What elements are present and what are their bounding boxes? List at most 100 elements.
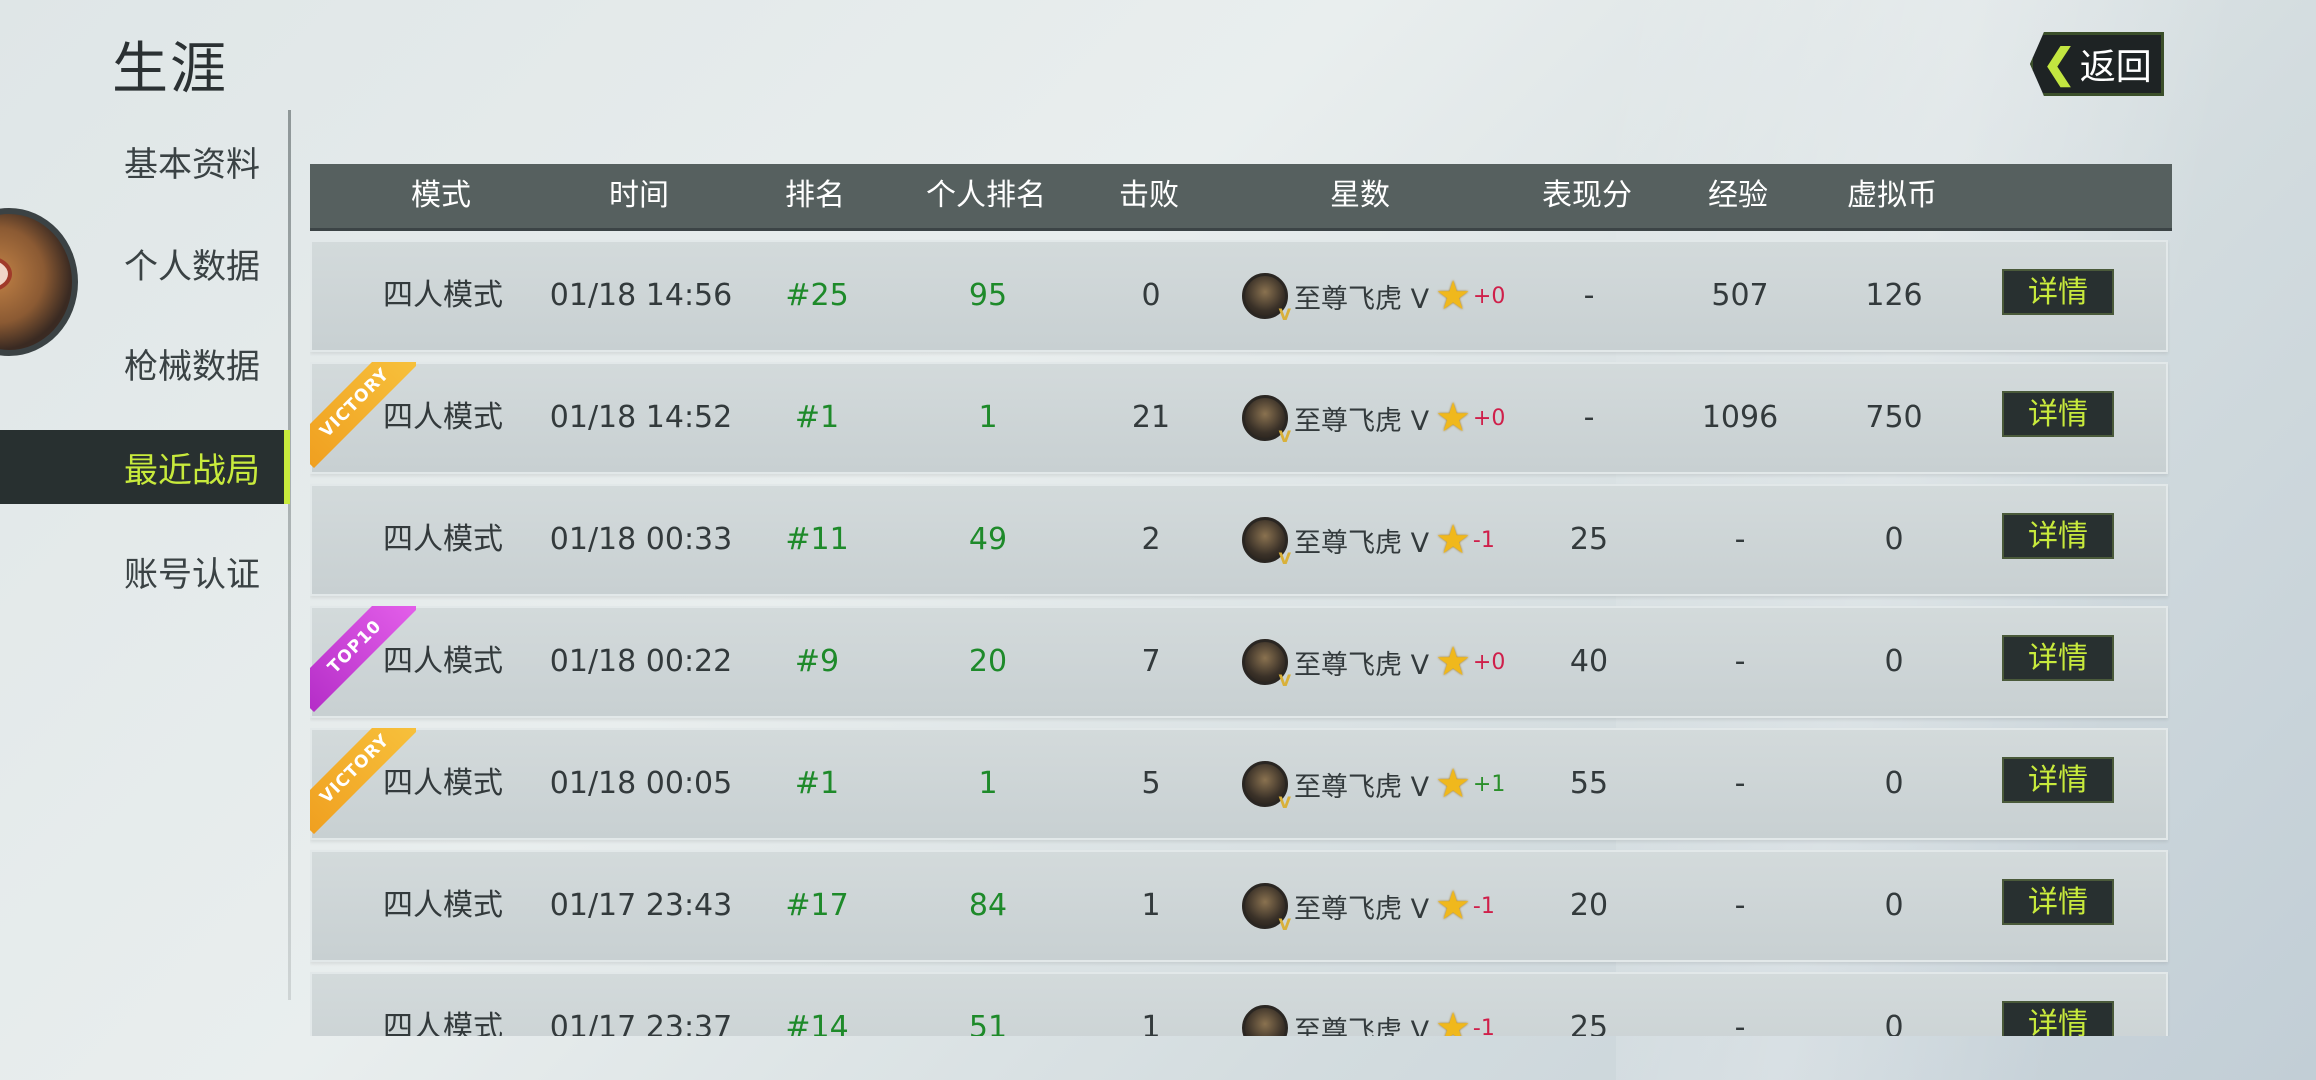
cell-coins: 0	[1884, 522, 1904, 557]
cell-personal-rank: 95	[968, 278, 1008, 313]
cell-personal-rank: 51	[968, 1010, 1008, 1036]
cell-kills: 1	[1141, 1010, 1161, 1036]
cell-kills: 0	[1141, 278, 1161, 313]
cell-time: 01/18 00:33	[549, 522, 733, 557]
rank-badge-icon	[1242, 395, 1291, 446]
sidebar-item-recent-matches[interactable]: 最近战局	[0, 430, 290, 504]
star-icon: ★	[1435, 273, 1471, 319]
cell-mode: 四人模式	[383, 1010, 503, 1036]
cell-stars: 至尊飞虎 V★+1	[1242, 730, 1505, 838]
cell-exp: -	[1734, 522, 1746, 557]
star-icon: ★	[1435, 395, 1471, 441]
star-delta: +0	[1472, 649, 1506, 675]
back-button-label: 返回	[2079, 46, 2152, 87]
rank-badge-icon	[1242, 1005, 1288, 1036]
cell-personal-rank: 20	[968, 644, 1008, 679]
cell-exp: 1096	[1701, 400, 1779, 435]
cell-stars: 至尊飞虎 V★+0	[1242, 608, 1505, 716]
cell-time: 01/18 14:52	[549, 400, 733, 435]
ribbon-label: TOP10	[310, 606, 416, 712]
detail-button[interactable]: 详情	[2002, 879, 2114, 925]
header-mode: 模式	[411, 178, 471, 213]
cell-rank: #1	[794, 766, 840, 801]
cell-stars: 至尊飞虎 V★-1	[1242, 852, 1495, 960]
tier-label: 至尊飞虎 V	[1294, 649, 1430, 681]
star-icon: ★	[1435, 1005, 1471, 1036]
detail-button[interactable]: 详情	[2002, 391, 2114, 437]
table-row: 四人模式 01/18 00:33 #11 49 2 25 - 0 至尊飞虎 V★-1 详情	[310, 484, 2168, 596]
recent-matches-table: 模式 时间 排名 个人排名 击败 星数 表现分 经验 虚拟币 四人模式 01/18…	[310, 164, 2172, 1036]
tier-label: 至尊飞虎 V	[1294, 893, 1430, 925]
cell-mode: 四人模式	[383, 522, 503, 557]
cell-time: 01/18 00:05	[549, 766, 733, 801]
star-delta: -1	[1472, 893, 1495, 919]
cell-coins: 750	[1865, 400, 1923, 435]
tier-label: 至尊飞虎 V	[1294, 771, 1430, 803]
cell-stars: 至尊飞虎 V★+0	[1242, 242, 1505, 350]
cell-rank: #14	[785, 1010, 849, 1036]
cell-stars: 至尊飞虎 V★-1	[1242, 974, 1495, 1036]
cell-time: 01/18 14:56	[549, 278, 733, 313]
rank-badge-icon	[1242, 883, 1291, 934]
star-delta: +0	[1472, 283, 1506, 309]
back-button[interactable]: ❮ 返回	[2030, 32, 2164, 96]
detail-button[interactable]: 详情	[2002, 757, 2114, 803]
cell-score: -	[1583, 400, 1595, 435]
header-exp: 经验	[1708, 178, 1768, 213]
detail-button[interactable]: 详情	[2002, 513, 2114, 559]
tier-label: 至尊飞虎 V	[1294, 527, 1430, 559]
star-delta: +1	[1472, 771, 1506, 797]
cell-exp: -	[1734, 1010, 1746, 1036]
table-header: 模式 时间 排名 个人排名 击败 星数 表现分 经验 虚拟币	[310, 164, 2172, 231]
cell-rank: #17	[785, 888, 849, 923]
detail-button[interactable]: 详情	[2002, 635, 2114, 681]
page-title: 生涯	[112, 37, 228, 102]
cell-exp: -	[1734, 888, 1746, 923]
chevron-left-icon: ❮	[2042, 42, 2076, 86]
tier-label: 至尊飞虎 V	[1294, 1015, 1430, 1037]
sidebar-item-basic-info[interactable]: 基本资料	[0, 124, 290, 198]
cell-kills: 7	[1141, 644, 1161, 679]
tier-label: 至尊飞虎 V	[1294, 405, 1430, 437]
sidebar-item-account-verification[interactable]: 账号认证	[0, 534, 290, 608]
cell-exp: -	[1734, 766, 1746, 801]
cell-kills: 2	[1141, 522, 1161, 557]
detail-button[interactable]: 详情	[2002, 1001, 2114, 1036]
victory-ribbon: VICTORY	[310, 728, 416, 834]
cell-score: 55	[1569, 766, 1609, 801]
cell-coins: 126	[1865, 278, 1923, 313]
sidebar-item-weapon-data[interactable]: 枪械数据	[0, 326, 290, 400]
sidebar: 基本资料 个人数据 枪械数据 最近战局 账号认证	[0, 110, 290, 1010]
star-icon: ★	[1435, 639, 1471, 685]
cell-personal-rank: 49	[968, 522, 1008, 557]
cell-time: 01/17 23:43	[549, 888, 733, 923]
detail-button[interactable]: 详情	[2002, 269, 2114, 315]
sidebar-item-personal-data[interactable]: 个人数据	[0, 226, 290, 300]
cell-rank: #11	[785, 522, 849, 557]
cell-personal-rank: 1	[978, 400, 998, 435]
table-row: 四人模式01/18 00:22#920740-0至尊飞虎 V★+0详情TOP10	[310, 606, 2168, 718]
cell-score: 20	[1569, 888, 1609, 923]
star-icon: ★	[1435, 883, 1471, 929]
star-icon: ★	[1435, 517, 1471, 563]
cell-score: 40	[1569, 644, 1609, 679]
table-row: 四人模式 01/17 23:43 #17 84 1 20 - 0 至尊飞虎 V★-1 详情	[310, 850, 2168, 962]
cell-personal-rank: 1	[978, 766, 998, 801]
rank-badge-icon	[1242, 761, 1291, 812]
cell-coins: 0	[1884, 766, 1904, 801]
star-delta: -1	[1472, 1015, 1495, 1037]
cell-kills: 21	[1131, 400, 1171, 435]
victory-ribbon: VICTORY	[310, 362, 416, 468]
star-delta: -1	[1472, 527, 1495, 553]
cell-stars: 至尊飞虎 V★+0	[1242, 364, 1505, 472]
ribbon-label: VICTORY	[310, 362, 416, 468]
rank-badge-icon	[1242, 639, 1291, 690]
table-row: 四人模式 01/18 14:56 #25 95 0 - 507 126 至尊飞虎 V★+0 详情	[310, 240, 2168, 352]
cell-kills: 1	[1141, 888, 1161, 923]
table-row: 四人模式01/18 14:52#1121-1096750至尊飞虎 V★+0详情V…	[310, 362, 2168, 474]
cell-score: -	[1583, 278, 1595, 313]
header-personal-rank: 个人排名	[926, 178, 1046, 213]
cell-exp: -	[1734, 644, 1746, 679]
cell-rank: #9	[794, 644, 840, 679]
header-time: 时间	[609, 178, 669, 213]
